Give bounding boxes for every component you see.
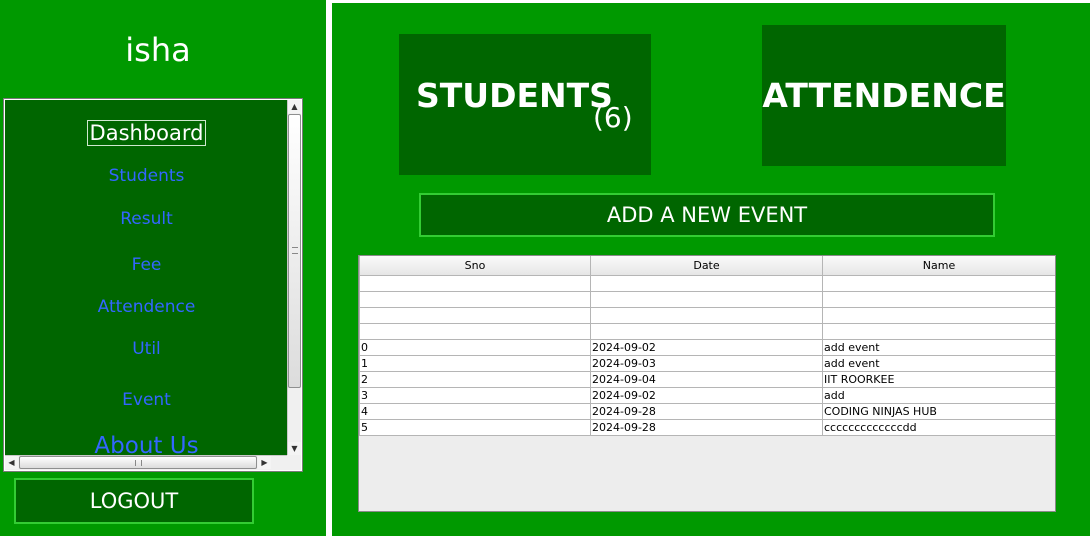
attendence-tile[interactable]: ATTENDENCE (762, 25, 1006, 166)
nav-item-dashboard[interactable]: Dashboard (5, 120, 288, 146)
scroll-corner (287, 455, 301, 470)
column-header-sno[interactable]: Sno (359, 256, 591, 276)
arrow-right-icon[interactable]: ▶ (258, 456, 271, 469)
sidebar-panel: isha Dashboard Students Result Fee Atten… (0, 0, 326, 536)
cell-sno[interactable]: 1 (359, 355, 591, 372)
cell-name[interactable] (822, 275, 1055, 292)
table-row[interactable]: 5 2024-09-28 cccccccccccccdd (359, 419, 1055, 436)
event-table-container: Sno Date Name 0 2024-09-02 add event 1 2024-… (358, 255, 1056, 512)
nav-item-event[interactable]: Event (5, 389, 288, 411)
cell-date[interactable]: 2024-09-28 (590, 419, 823, 436)
nav-item-result[interactable]: Result (5, 208, 288, 230)
arrow-left-icon[interactable]: ◀ (5, 456, 18, 469)
cell-date[interactable]: 2024-09-03 (590, 355, 823, 372)
cell-name[interactable]: IIT ROORKEE (822, 371, 1055, 388)
cell-sno[interactable] (359, 275, 591, 292)
cell-date[interactable] (590, 307, 823, 324)
vertical-scroll-thumb[interactable] (288, 114, 301, 388)
cell-name[interactable]: CODING NINJAS HUB (822, 403, 1055, 420)
cell-date[interactable]: 2024-09-02 (590, 339, 823, 356)
table-row[interactable] (359, 275, 1055, 292)
students-label: STUDENTS (416, 76, 613, 115)
cell-date[interactable] (590, 323, 823, 340)
cell-sno[interactable] (359, 323, 591, 340)
main-panel: STUDENTS (6) ATTENDENCE ADD A NEW EVENT … (332, 3, 1090, 536)
nav-item-students[interactable]: Students (5, 165, 288, 187)
grip-icon (135, 460, 142, 466)
cell-name[interactable]: add event (822, 355, 1055, 372)
user-name: isha (125, 31, 191, 69)
table-header-row: Sno Date Name (359, 256, 1055, 276)
students-tile[interactable]: STUDENTS (6) (399, 34, 651, 175)
column-header-date[interactable]: Date (590, 256, 823, 276)
cell-name[interactable] (822, 307, 1055, 324)
table-row[interactable] (359, 291, 1055, 308)
nav-item-about-us[interactable]: About Us (5, 432, 288, 455)
table-row[interactable]: 1 2024-09-03 add event (359, 355, 1055, 372)
cell-sno[interactable]: 2 (359, 371, 591, 388)
students-count: (6) (593, 101, 633, 134)
vertical-scrollbar[interactable]: ▲ ▼ (287, 100, 301, 455)
cell-sno[interactable]: 5 (359, 419, 591, 436)
cell-sno[interactable]: 0 (359, 339, 591, 356)
cell-date[interactable]: 2024-09-28 (590, 403, 823, 420)
table-row[interactable]: 4 2024-09-28 CODING NINJAS HUB (359, 403, 1055, 420)
nav-scroll-pane[interactable]: Dashboard Students Result Fee Attendence… (3, 98, 303, 472)
cell-sno[interactable] (359, 307, 591, 324)
attendence-label: ATTENDENCE (762, 76, 1006, 115)
nav-item-fee[interactable]: Fee (5, 254, 288, 276)
cell-date[interactable] (590, 275, 823, 292)
cell-name[interactable]: cccccccccccccdd (822, 419, 1055, 436)
horizontal-scrollbar[interactable]: ◀ ▶ (5, 455, 287, 470)
cell-date[interactable]: 2024-09-02 (590, 387, 823, 404)
nav-item-util[interactable]: Util (5, 338, 288, 360)
event-table: Sno Date Name 0 2024-09-02 add event 1 2024-… (359, 256, 1055, 436)
cell-name[interactable] (822, 291, 1055, 308)
table-row[interactable] (359, 323, 1055, 340)
nav-item-attendence[interactable]: Attendence (5, 296, 288, 318)
cell-sno[interactable]: 4 (359, 403, 591, 420)
horizontal-scroll-thumb[interactable] (19, 456, 257, 469)
cell-sno[interactable] (359, 291, 591, 308)
table-row[interactable]: 3 2024-09-02 add (359, 387, 1055, 404)
table-row[interactable]: 0 2024-09-02 add event (359, 339, 1055, 356)
nav-item-dashboard-label: Dashboard (86, 120, 207, 146)
column-header-name[interactable]: Name (822, 256, 1055, 276)
arrow-up-icon[interactable]: ▲ (288, 100, 301, 113)
nav-list: Dashboard Students Result Fee Attendence… (5, 100, 288, 455)
cell-name[interactable]: add (822, 387, 1055, 404)
cell-name[interactable] (822, 323, 1055, 340)
cell-name[interactable]: add event (822, 339, 1055, 356)
arrow-down-icon[interactable]: ▼ (288, 442, 301, 455)
logout-button[interactable]: LOGOUT (14, 478, 254, 524)
table-row[interactable] (359, 307, 1055, 324)
add-event-button[interactable]: ADD A NEW EVENT (419, 193, 995, 237)
cell-date[interactable] (590, 291, 823, 308)
cell-date[interactable]: 2024-09-04 (590, 371, 823, 388)
table-row[interactable]: 2 2024-09-04 IIT ROORKEE (359, 371, 1055, 388)
cell-sno[interactable]: 3 (359, 387, 591, 404)
grip-icon (292, 247, 298, 254)
